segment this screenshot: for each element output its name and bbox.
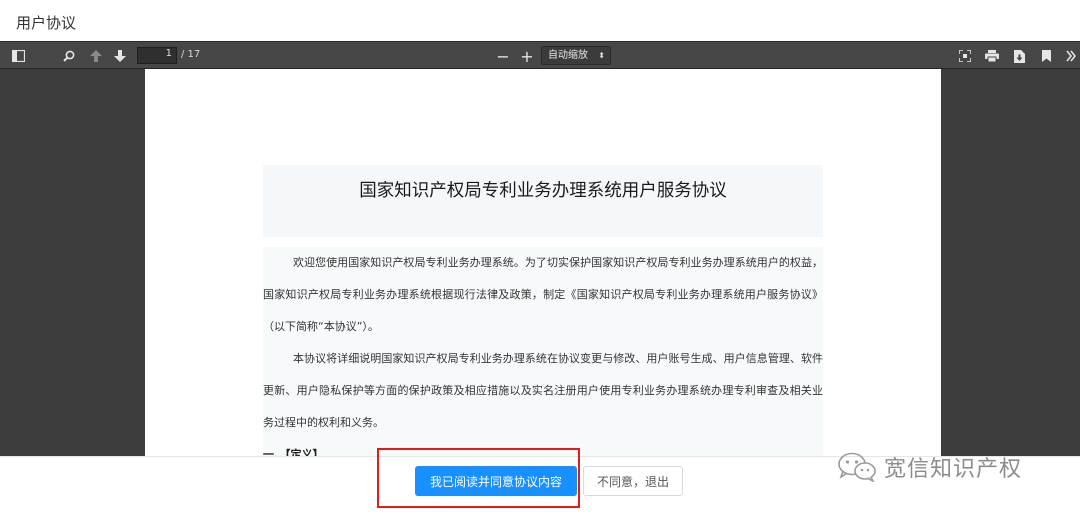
arrow-down-icon[interactable]	[109, 46, 131, 66]
wechat-icon	[838, 452, 876, 482]
bookmark-icon[interactable]	[1035, 46, 1057, 66]
search-icon[interactable]	[58, 46, 80, 66]
print-icon[interactable]	[981, 46, 1003, 66]
watermark-text: 宽信知识产权	[884, 457, 1023, 482]
watermark: 宽信知识产权	[836, 451, 1022, 483]
zoom-select[interactable]: 自动缩放 ⬍	[541, 46, 611, 65]
disagree-exit-button[interactable]: 不同意，退出	[583, 466, 683, 496]
zoom-out-button[interactable]: −	[492, 46, 514, 66]
document-section-heading: 一、【定义】	[263, 448, 324, 456]
page-number-input[interactable]: 1	[137, 47, 177, 64]
download-icon[interactable]	[1008, 46, 1030, 66]
pdf-viewer: 1 / 17 − + 自动缩放 ⬍ 国家知识产权局专利业务办理系统用户服务协议 …	[0, 41, 1080, 456]
arrow-up-icon[interactable]	[85, 46, 107, 66]
document-page: 国家知识产权局专利业务办理系统用户服务协议 欢迎您使用国家知识产权局专利业务办理…	[145, 69, 941, 456]
document-paragraph: 欢迎您使用国家知识产权局专利业务办理系统。为了切实保护国家知识产权局专利业务办理…	[263, 256, 823, 333]
fullscreen-icon[interactable]	[954, 46, 976, 66]
dialog-title: 用户协议	[16, 14, 77, 32]
page-total: / 17	[181, 49, 201, 60]
document-paragraph: 本协议将详细说明国家知识产权局专利业务办理系统在协议变更与修改、用户账号生成、用…	[263, 352, 823, 429]
zoom-select-value: 自动缩放	[548, 50, 588, 61]
document-title: 国家知识产权局专利业务办理系统用户服务协议	[359, 181, 727, 201]
document-body: 欢迎您使用国家知识产权局专利业务办理系统。为了切实保护国家知识产权局专利业务办理…	[263, 247, 823, 456]
document-title-block: 国家知识产权局专利业务办理系统用户服务协议	[263, 165, 823, 237]
chevron-updown-icon: ⬍	[598, 51, 605, 60]
double-chevron-right-icon[interactable]	[1063, 46, 1079, 66]
agree-button[interactable]: 我已阅读并同意协议内容	[415, 466, 577, 496]
pdf-toolbar: 1 / 17 − + 自动缩放 ⬍	[0, 41, 1080, 69]
sidebar-toggle-icon[interactable]	[7, 46, 29, 66]
zoom-in-button[interactable]: +	[516, 46, 538, 66]
